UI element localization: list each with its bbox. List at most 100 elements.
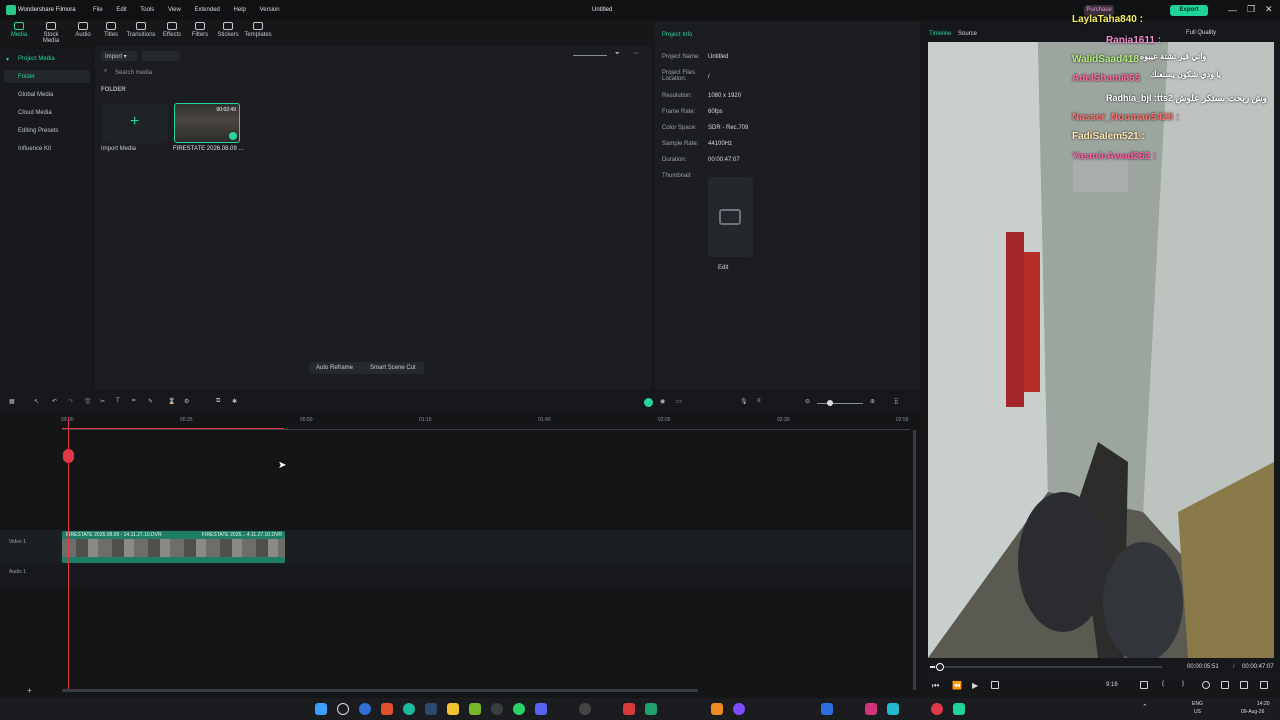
mark-in-icon[interactable]: { [1162, 681, 1164, 687]
sidebar-influence-kit[interactable]: Influence Kit [18, 146, 51, 152]
sidebar-editing-presets[interactable]: Editing Presets [18, 128, 58, 134]
tab-audio[interactable]: Audio [68, 22, 98, 38]
clock-time[interactable]: 14:20 [1257, 701, 1270, 707]
auto-reframe-button[interactable]: Auto Reframe [316, 365, 353, 371]
recorder-icon[interactable] [931, 703, 943, 715]
restore-icon[interactable]: ❐ [1247, 4, 1255, 15]
app-icon[interactable] [491, 703, 503, 715]
select-tool-icon[interactable]: ↖ [34, 398, 39, 405]
folder-icon[interactable] [447, 703, 459, 715]
step-back-icon[interactable]: ⏮ [932, 681, 939, 691]
text-icon[interactable]: T [116, 398, 120, 404]
tab-stock-media[interactable]: Stock Media [36, 22, 66, 44]
tab-templates[interactable]: Templates [243, 22, 273, 38]
filter-icon[interactable]: ⏷ [615, 51, 620, 58]
layout-icon[interactable]: ▦ [9, 398, 15, 405]
pen-icon[interactable]: ✎ [148, 398, 153, 405]
windows-start-icon[interactable] [315, 703, 327, 715]
delete-icon[interactable]: 🗑 [84, 398, 92, 405]
search-input[interactable]: Search media [115, 70, 152, 76]
prev-frame-icon[interactable]: ⏪ [952, 681, 962, 690]
chrome-icon[interactable] [579, 703, 591, 715]
sidebar-global-media[interactable]: Global Media [18, 92, 53, 98]
close-icon[interactable]: ✕ [1265, 4, 1273, 15]
app-blue-icon[interactable] [821, 703, 833, 715]
discord-icon[interactable] [535, 703, 547, 715]
tab-timeline[interactable]: Timeline [929, 31, 951, 37]
menu-help[interactable]: Help [234, 7, 246, 13]
minimize-icon[interactable]: — [1228, 5, 1237, 15]
chevron-down-icon[interactable]: ▾ [6, 56, 9, 63]
app-cyan-icon[interactable] [887, 703, 899, 715]
render-icon[interactable] [644, 398, 653, 407]
menu-edit[interactable]: Edit [116, 7, 126, 13]
menu-file[interactable]: File [93, 7, 103, 13]
menu-extended[interactable]: Extended [195, 7, 220, 13]
tab-stickers[interactable]: Stickers [213, 22, 243, 38]
zoom-in-icon[interactable]: ⊕ [870, 398, 875, 405]
browser-icon[interactable] [359, 703, 371, 715]
steam-icon[interactable] [425, 703, 437, 715]
split-icon[interactable]: ✂ [100, 398, 105, 405]
playhead-handle[interactable] [63, 449, 74, 463]
tab-titles[interactable]: Titles [96, 22, 126, 38]
speed-icon[interactable]: ⌛ [168, 398, 175, 405]
game-icon[interactable] [623, 703, 635, 715]
import-dropdown[interactable]: Import ▾ [101, 51, 137, 61]
audio-meter-icon[interactable] [1240, 681, 1248, 689]
aspect-ratio-dropdown[interactable]: 9:16 [1106, 682, 1118, 688]
app-orange-icon[interactable] [711, 703, 723, 715]
smart-scene-cut-button[interactable]: Smart Scene Cut [370, 365, 416, 371]
zoom-out-icon[interactable]: ⊖ [805, 398, 810, 405]
sidebar-project-media[interactable]: Project Media [18, 56, 55, 62]
camera-icon[interactable] [1221, 681, 1229, 689]
timeline-scrollbar[interactable] [62, 689, 698, 692]
media-clip-thumbnail[interactable]: 00:02:49 [174, 103, 240, 143]
tab-media[interactable]: Media [4, 22, 34, 38]
brave-icon[interactable] [381, 703, 393, 715]
marker-icon[interactable]: ▭ [676, 398, 682, 405]
tab-filters[interactable]: Filters [185, 22, 215, 38]
thumbnail-preview[interactable] [708, 177, 753, 257]
thumbnail-edit-button[interactable]: Edit [718, 265, 728, 271]
detach-icon[interactable]: ⧉ [216, 398, 220, 405]
snapshot-icon[interactable] [1140, 681, 1148, 689]
zoom-slider-knob[interactable] [827, 400, 833, 406]
thumbnail-size-slider[interactable] [573, 55, 607, 56]
sidebar-folder[interactable]: Folder [18, 74, 35, 80]
undo-icon[interactable]: ↶ [52, 398, 57, 405]
crop-icon[interactable]: ⌗ [132, 398, 135, 405]
stop-icon[interactable] [991, 681, 999, 689]
timeline-zoom-slider[interactable] [817, 403, 863, 404]
tab-transitions[interactable]: Transitions [126, 22, 156, 38]
video-clip[interactable]: FIRESTATE 2026.08.09 - 14.11.27.10.DVR F… [62, 531, 285, 563]
import-media-tile[interactable]: + [102, 103, 168, 143]
more-icon[interactable]: ⋯ [633, 50, 639, 57]
mark-out-icon[interactable]: } [1182, 681, 1184, 687]
redo-icon[interactable]: ↷ [68, 398, 73, 405]
fullscreen-icon[interactable] [1260, 681, 1268, 689]
play-icon[interactable]: ▶ [972, 681, 978, 690]
microphone-icon[interactable]: 🎙 [740, 398, 748, 405]
tab-effects[interactable]: Effects [157, 22, 187, 38]
menu-view[interactable]: View [168, 7, 181, 13]
nvidia-icon[interactable] [469, 703, 481, 715]
sidebar-cloud-media[interactable]: Cloud Media [18, 110, 52, 116]
quality-dropdown[interactable]: Full Quality [1186, 30, 1216, 36]
add-track-icon[interactable]: + [27, 686, 32, 695]
mixer-icon[interactable]: ≡ [757, 398, 761, 404]
play-store-icon[interactable] [645, 703, 657, 715]
shield-icon[interactable]: ◉ [660, 398, 665, 405]
filmora-taskbar-icon[interactable] [953, 703, 965, 715]
playhead-knob[interactable] [936, 663, 944, 671]
search-icon[interactable] [337, 703, 349, 715]
record-controls[interactable] [142, 51, 180, 61]
menu-version[interactable]: Version [260, 7, 280, 13]
grid-icon[interactable]: ⣿ [894, 398, 898, 405]
whatsapp-icon[interactable] [513, 703, 525, 715]
tray-chevron-icon[interactable]: ⌃ [1142, 703, 1148, 711]
edge-icon[interactable] [403, 703, 415, 715]
zoom-icon[interactable] [1202, 681, 1210, 689]
menu-tools[interactable]: Tools [140, 7, 154, 13]
app-pink-icon[interactable] [865, 703, 877, 715]
